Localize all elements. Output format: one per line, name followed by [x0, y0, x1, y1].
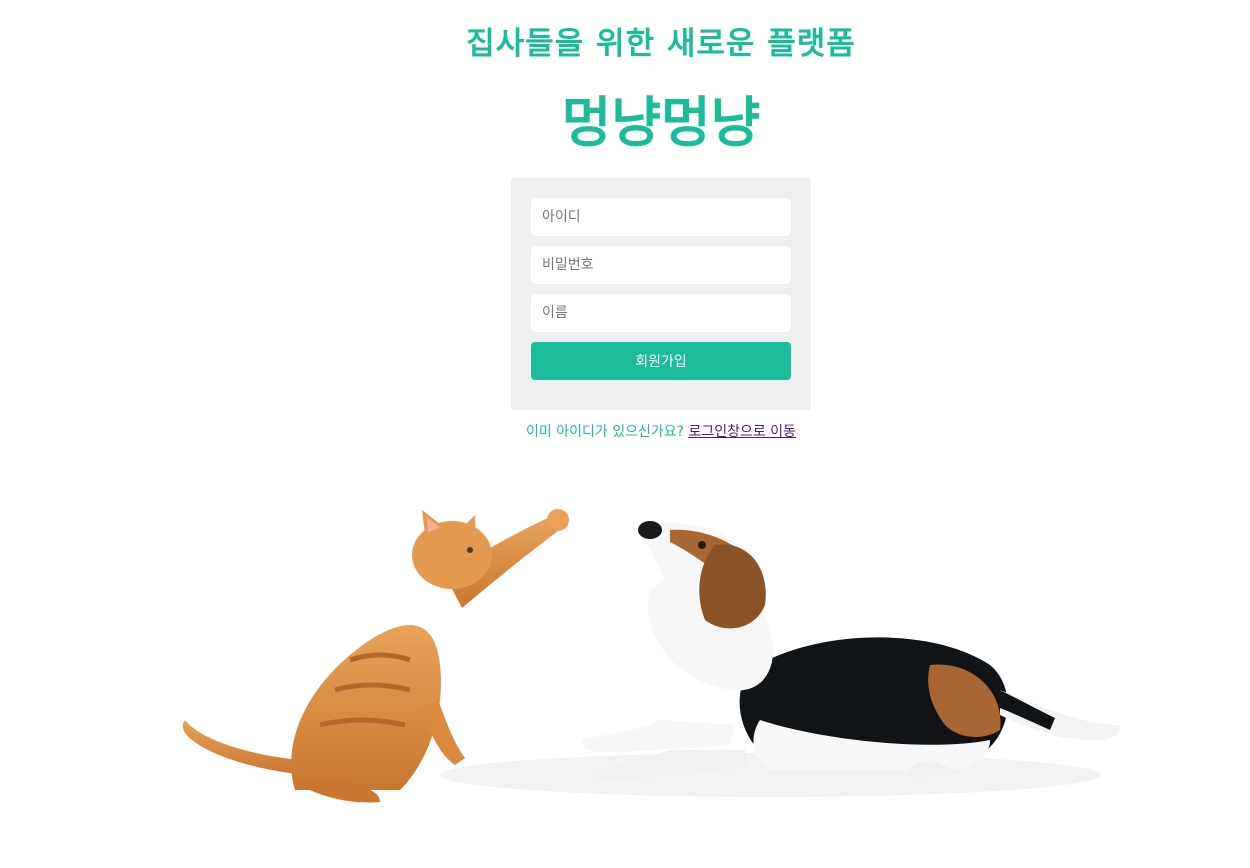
login-question: 이미 아이디가 있으신가요?	[526, 424, 685, 440]
login-prompt: 이미 아이디가 있으신가요? 로그인창으로 이동	[0, 421, 1250, 441]
cat-and-dog-illustration	[182, 509, 1121, 803]
page-subtitle: 집사들을 위한 새로운 플랫폼	[466, 26, 856, 62]
id-input[interactable]	[531, 198, 791, 236]
dog-image	[582, 521, 1121, 781]
login-link[interactable]: 로그인창으로 이동	[688, 424, 796, 440]
signup-button[interactable]: 회원가입	[531, 342, 791, 380]
password-input[interactable]	[531, 246, 791, 284]
signup-page: 집사들을 위한 새로운 플랫폼 멍냥멍냥 회원가입 이미 아이디가 있으신가요?…	[0, 0, 1250, 868]
brand-title: 멍냥멍냥	[561, 91, 761, 154]
cat-image	[182, 509, 569, 803]
name-input[interactable]	[531, 294, 791, 332]
signup-form: 회원가입	[511, 178, 811, 410]
